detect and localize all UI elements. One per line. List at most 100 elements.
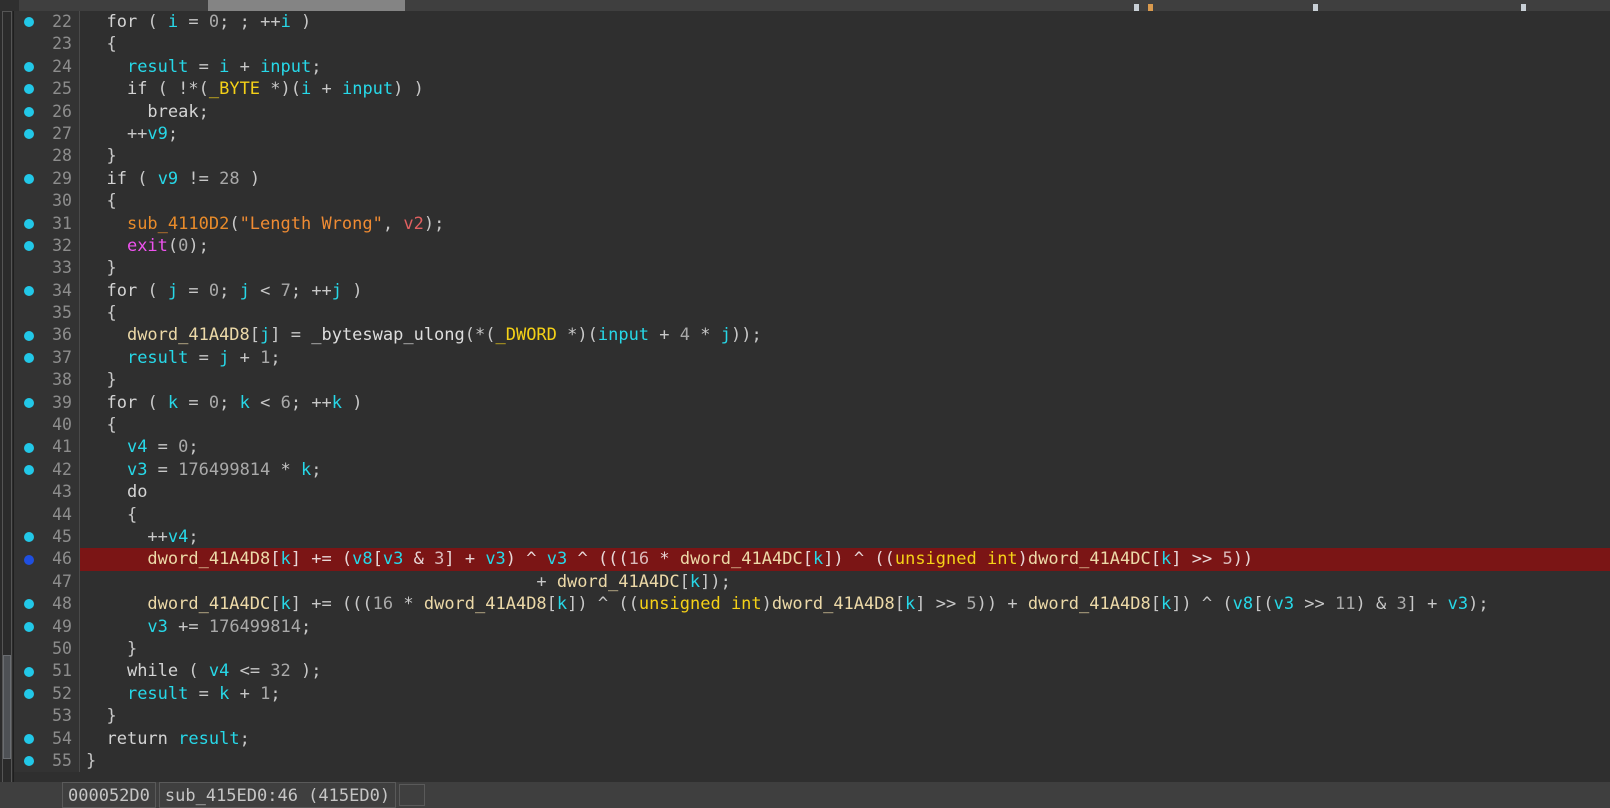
code-text[interactable]: dword_41A4D8[j] = _byteswap_ulong(*(_DWO… [80,324,1610,346]
breakpoint-icon[interactable] [24,353,34,364]
line-gutter[interactable]: 51 [14,660,80,683]
breakpoint-icon[interactable] [24,84,34,95]
code-line[interactable]: 46 dword_41A4D8[k] += (v8[v3 & 3] + v3) … [14,548,1610,571]
breakpoint-icon[interactable] [24,442,34,453]
breakpoint-icon[interactable] [24,733,34,744]
line-gutter[interactable]: 35 [14,302,80,325]
breakpoint-icon[interactable] [24,61,34,72]
breakpoint-icon[interactable] [24,397,34,408]
code-text[interactable]: do [80,481,1610,503]
horizontal-scrollbar-thumb[interactable] [208,0,405,11]
code-line[interactable]: 41 v4 = 0; [14,436,1610,459]
code-text[interactable]: } [80,638,1610,660]
code-text[interactable]: dword_41A4D8[k] += (v8[v3 & 3] + v3) ^ v… [80,548,1610,571]
breakpoint-icon[interactable] [24,330,34,341]
top-scroll-strip[interactable] [0,0,1610,11]
code-text[interactable]: result = i + input; [80,56,1610,78]
line-gutter[interactable]: 38 [14,369,80,392]
line-gutter[interactable]: 34 [14,279,80,303]
line-gutter[interactable]: 48 [14,593,80,616]
line-gutter[interactable]: 27 [14,122,80,146]
line-gutter[interactable]: 53 [14,705,80,728]
code-line[interactable]: 43 do [14,481,1610,504]
breakpoint-icon[interactable] [24,465,34,475]
code-text[interactable]: { [80,504,1610,526]
vertical-scrollbar[interactable] [0,11,14,791]
code-line[interactable]: 44 { [14,503,1610,526]
code-line[interactable]: 48 dword_41A4DC[k] += (((16 * dword_41A4… [14,593,1610,616]
code-text[interactable]: dword_41A4DC[k] += (((16 * dword_41A4D8[… [80,593,1610,615]
line-gutter[interactable]: 37 [14,346,80,370]
tab-tick-icon-3[interactable] [1313,4,1318,11]
code-text[interactable]: exit(0); [80,235,1610,257]
code-text[interactable]: } [80,257,1610,279]
line-gutter[interactable]: 23 [14,33,80,56]
line-gutter[interactable]: 32 [14,234,80,258]
code-line[interactable]: 52 result = k + 1; [14,682,1610,706]
code-line[interactable]: 54 return result; [14,727,1610,750]
line-gutter[interactable]: 26 [14,100,80,123]
line-gutter[interactable]: 47 [14,570,80,594]
code-text[interactable]: if ( v9 != 28 ) [80,168,1610,190]
code-text[interactable]: } [80,705,1610,727]
code-line[interactable]: 37 result = j + 1; [14,346,1610,370]
code-line[interactable]: 38 } [14,369,1610,392]
line-gutter[interactable]: 42 [14,458,80,482]
breakpoint-icon[interactable] [24,173,34,184]
code-line[interactable]: 55} [14,749,1610,773]
code-text[interactable]: if ( !*(_BYTE *)(i + input) ) [80,78,1610,100]
line-gutter[interactable]: 50 [14,637,80,661]
line-gutter[interactable]: 55 [14,749,80,773]
breakpoint-icon[interactable] [24,532,34,543]
code-text[interactable]: break; [80,101,1610,123]
code-text[interactable]: v3 += 176499814; [80,616,1610,638]
line-gutter[interactable]: 46 [14,548,80,571]
line-gutter[interactable]: 49 [14,615,80,638]
line-gutter[interactable]: 29 [14,167,80,191]
code-line[interactable]: 25 if ( !*(_BYTE *)(i + input) ) [14,78,1610,101]
code-text[interactable]: return result; [80,728,1610,750]
code-line[interactable]: 23 { [14,33,1610,56]
code-text[interactable]: for ( i = 0; ; ++i ) [80,11,1610,33]
code-text[interactable]: } [80,369,1610,391]
code-line[interactable]: 33 } [14,257,1610,280]
breakpoint-icon[interactable] [24,621,34,632]
breakpoint-icon[interactable] [24,17,34,28]
vertical-scrollbar-thumb[interactable] [3,655,11,759]
code-line[interactable]: 31 sub_4110D2("Length Wrong", v2); [14,212,1610,235]
code-line[interactable]: 42 v3 = 176499814 * k; [14,458,1610,482]
line-gutter[interactable]: 28 [14,145,80,168]
line-gutter[interactable]: 40 [14,414,80,437]
pseudocode-listing[interactable]: 22 for ( i = 0; ; ++i ) 23 {24 result = i… [14,11,1610,782]
code-text[interactable]: while ( v4 <= 32 ); [80,660,1610,682]
code-line[interactable]: 45 ++v4; [14,525,1610,549]
code-text[interactable]: result = j + 1; [80,347,1610,369]
code-line[interactable]: 36 dword_41A4D8[j] = _byteswap_ulong(*(_… [14,324,1610,347]
code-text[interactable]: } [80,145,1610,167]
code-text[interactable]: + dword_41A4DC[k]); [80,571,1610,593]
code-line[interactable]: 53 } [14,705,1610,728]
code-line[interactable]: 47 + dword_41A4DC[k]); [14,570,1610,594]
breakpoint-icon[interactable] [24,688,34,699]
line-gutter[interactable]: 54 [14,727,80,750]
code-line[interactable]: 32 exit(0); [14,234,1610,258]
code-text[interactable]: result = k + 1; [80,683,1610,705]
line-gutter[interactable]: 24 [14,55,80,79]
code-line[interactable]: 49 v3 += 176499814; [14,615,1610,638]
tab-tick-icon-4[interactable] [1521,4,1526,11]
code-line[interactable]: 50 } [14,637,1610,661]
code-text[interactable]: v4 = 0; [80,436,1610,458]
code-text[interactable]: { [80,33,1610,55]
breakpoint-icon[interactable] [24,599,34,610]
code-line[interactable]: 29 if ( v9 != 28 ) [14,167,1610,191]
code-line[interactable]: 39 for ( k = 0; k < 6; ++k ) [14,391,1610,415]
line-gutter[interactable]: 22 [14,11,80,34]
line-gutter[interactable]: 41 [14,436,80,459]
code-line[interactable]: 40 { [14,414,1610,437]
code-line[interactable]: 28 } [14,145,1610,168]
line-gutter[interactable]: 43 [14,481,80,504]
tab-tick-icon-1[interactable] [1134,4,1139,11]
code-text[interactable]: { [80,302,1610,324]
line-gutter[interactable]: 30 [14,190,80,213]
code-text[interactable]: } [80,750,1610,772]
